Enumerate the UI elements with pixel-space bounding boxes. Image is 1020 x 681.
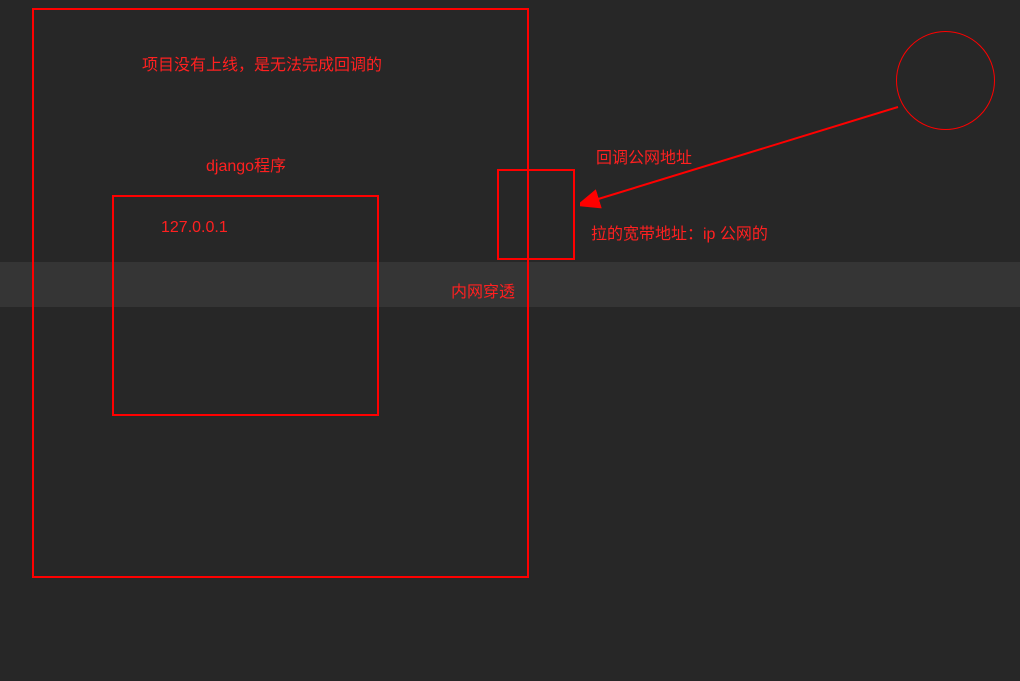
small-diagram-box bbox=[497, 169, 575, 260]
broadband-label: 拉的宽带地址：ip 公网的 bbox=[591, 220, 768, 244]
django-label: django程序 bbox=[206, 152, 286, 176]
circle-shape bbox=[896, 31, 995, 130]
callback-label: 回调公网地址 bbox=[596, 144, 692, 168]
title-text: 项目没有上线，是无法完成回调的 bbox=[142, 51, 382, 75]
localhost-label: 127.0.0.1 bbox=[161, 219, 228, 237]
penetration-label: 内网穿透 bbox=[451, 278, 515, 302]
inner-diagram-box bbox=[112, 195, 379, 416]
